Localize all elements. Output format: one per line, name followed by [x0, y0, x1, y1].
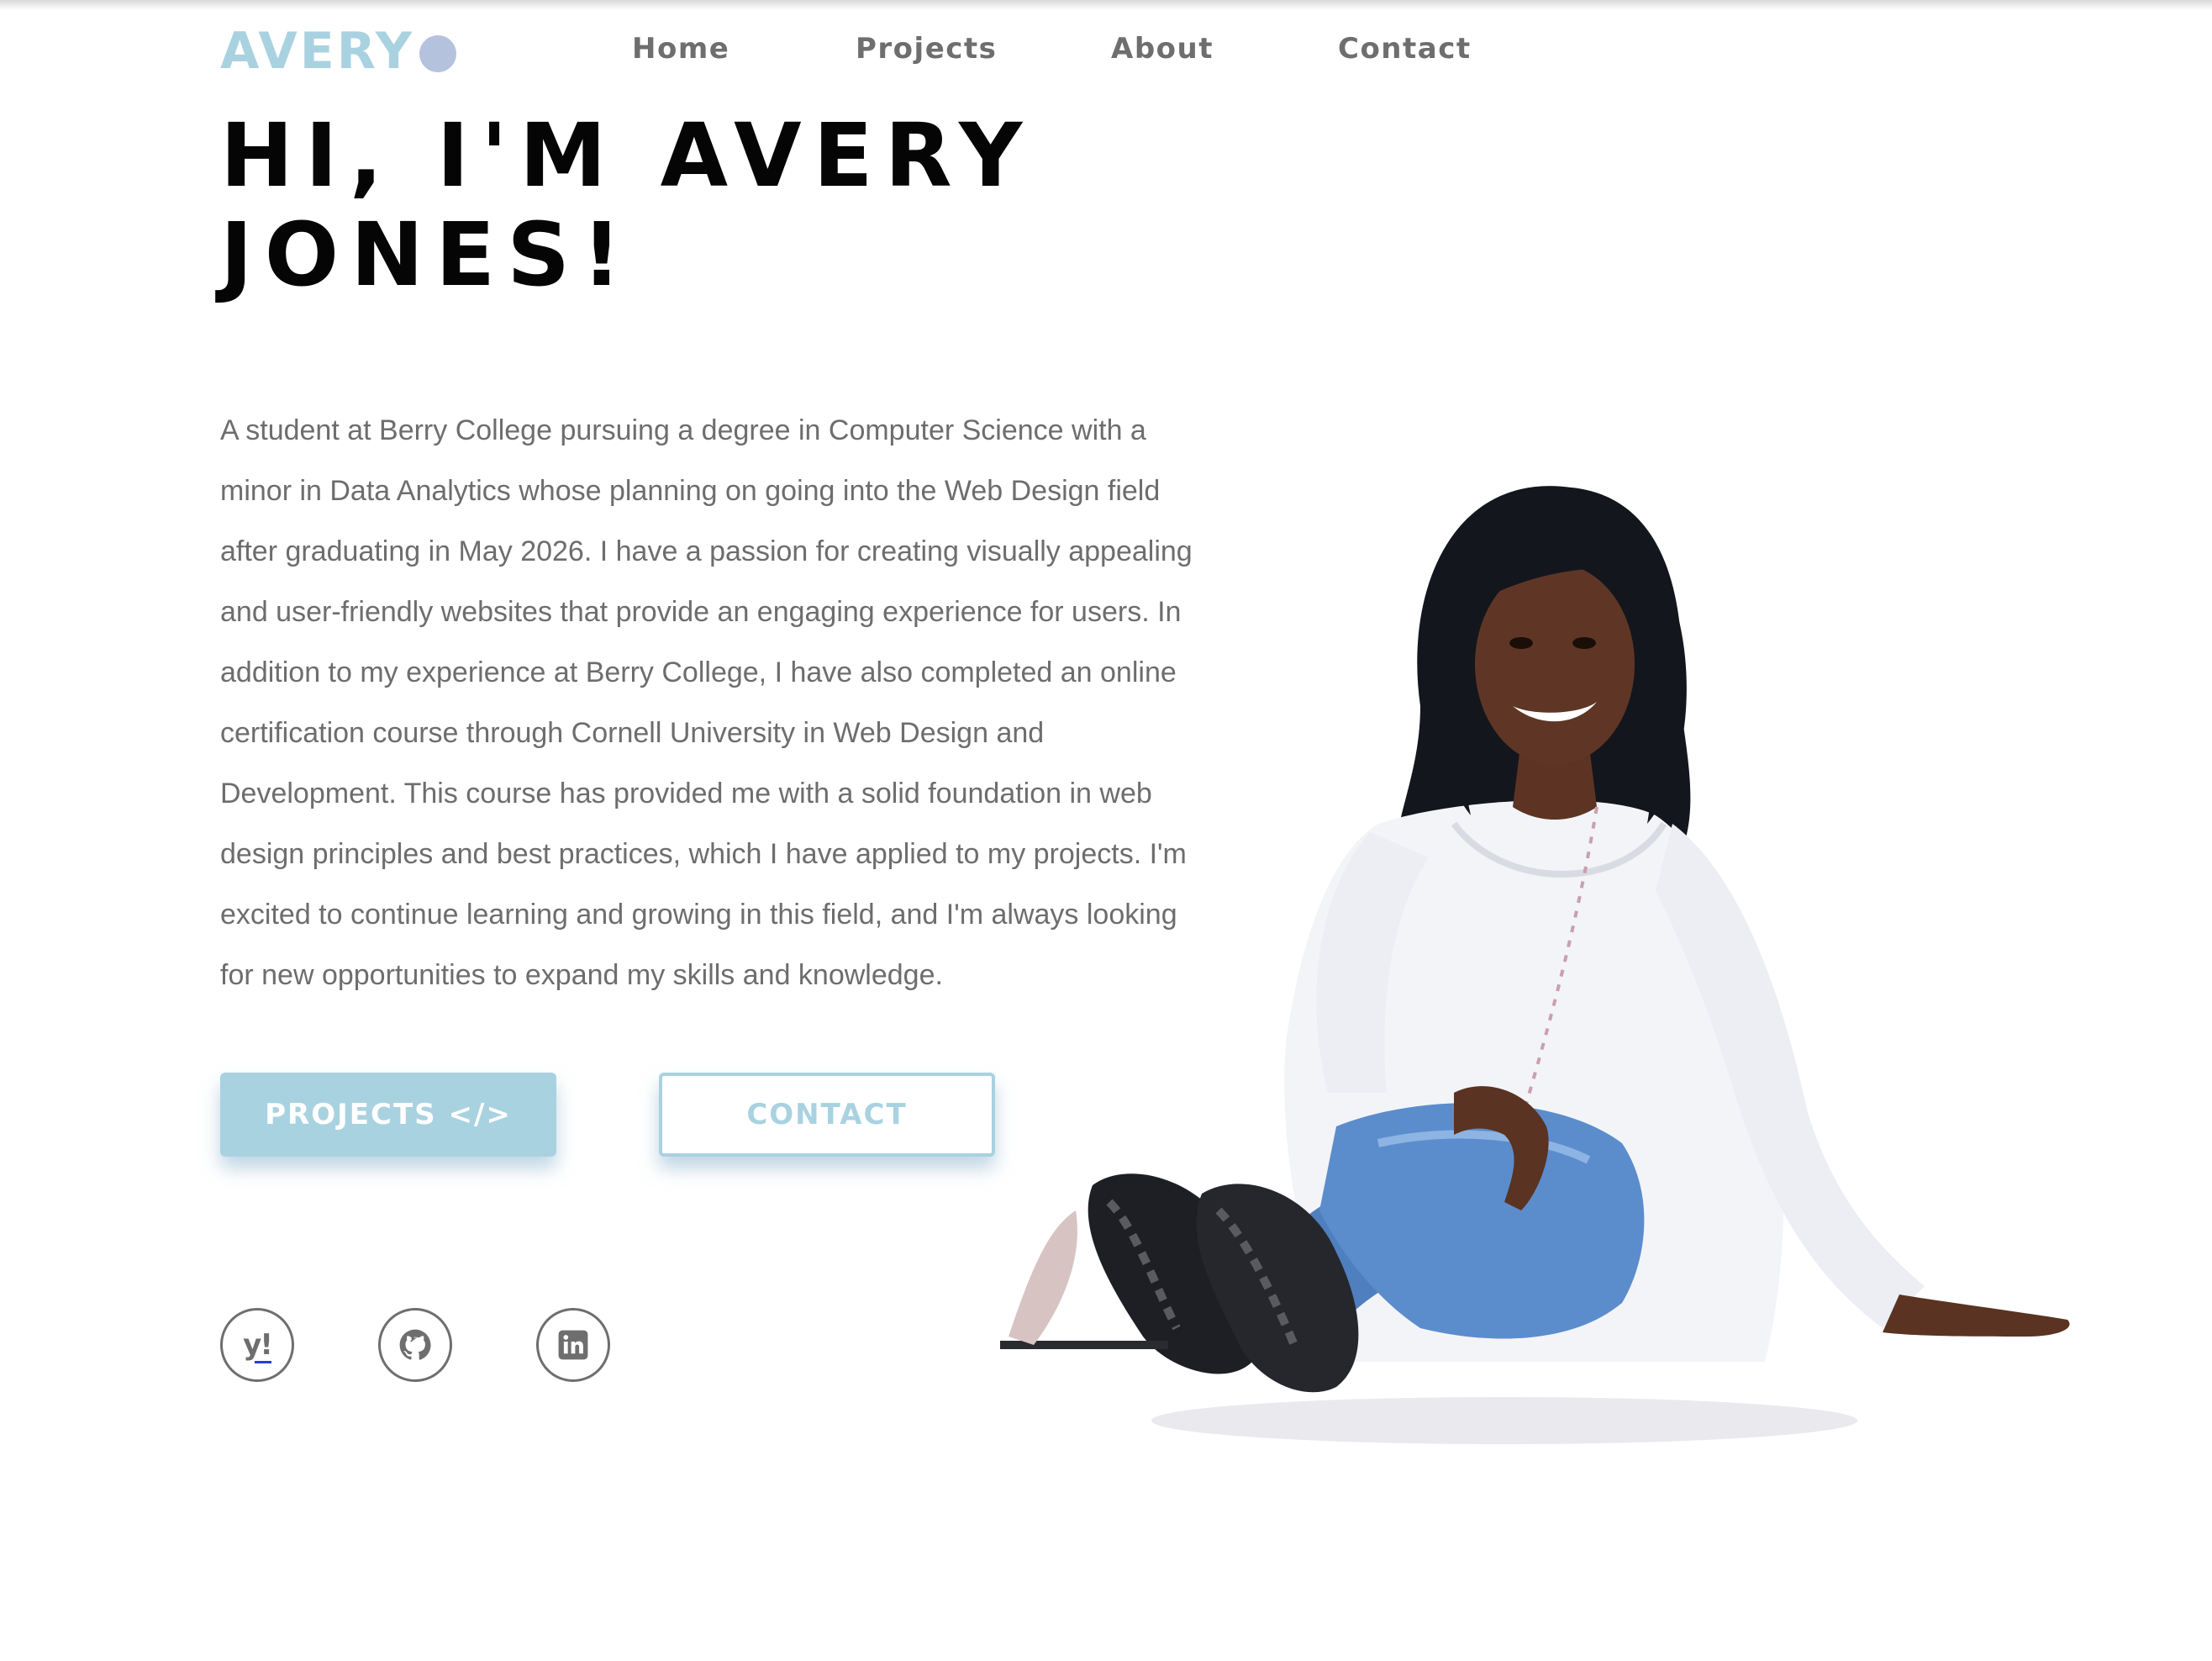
top-shadow [0, 0, 2212, 10]
hero-title: HI, I'M AVERY JONES! [220, 106, 1145, 304]
github-link[interactable] [378, 1308, 452, 1382]
projects-button-label: PROJECTS </> [265, 1098, 512, 1131]
nav-link-contact[interactable]: Contact [1338, 29, 1472, 69]
hero-title-line2: JONES! [220, 203, 634, 306]
contact-button-label: CONTACT [746, 1098, 908, 1131]
logo-dot-icon [419, 35, 457, 72]
logo-text: AVERY [220, 22, 415, 81]
nav-link-projects[interactable]: Projects [856, 29, 997, 69]
linkedin-icon [558, 1330, 588, 1360]
site-logo[interactable]: AVERY [220, 22, 457, 81]
hero-title-line1: HI, I'M AVERY [220, 104, 1035, 207]
yahoo-icon: y! [243, 1328, 273, 1363]
projects-button[interactable]: PROJECTS </> [220, 1073, 556, 1157]
nav-link-about[interactable]: About [1111, 29, 1214, 69]
contact-button[interactable]: CONTACT [659, 1073, 995, 1157]
nav-link-home[interactable]: Home [632, 29, 729, 69]
profile-photo [1000, 486, 2070, 1444]
linkedin-link[interactable] [536, 1308, 610, 1382]
yahoo-link[interactable]: y! [220, 1308, 294, 1382]
github-icon [399, 1329, 431, 1360]
